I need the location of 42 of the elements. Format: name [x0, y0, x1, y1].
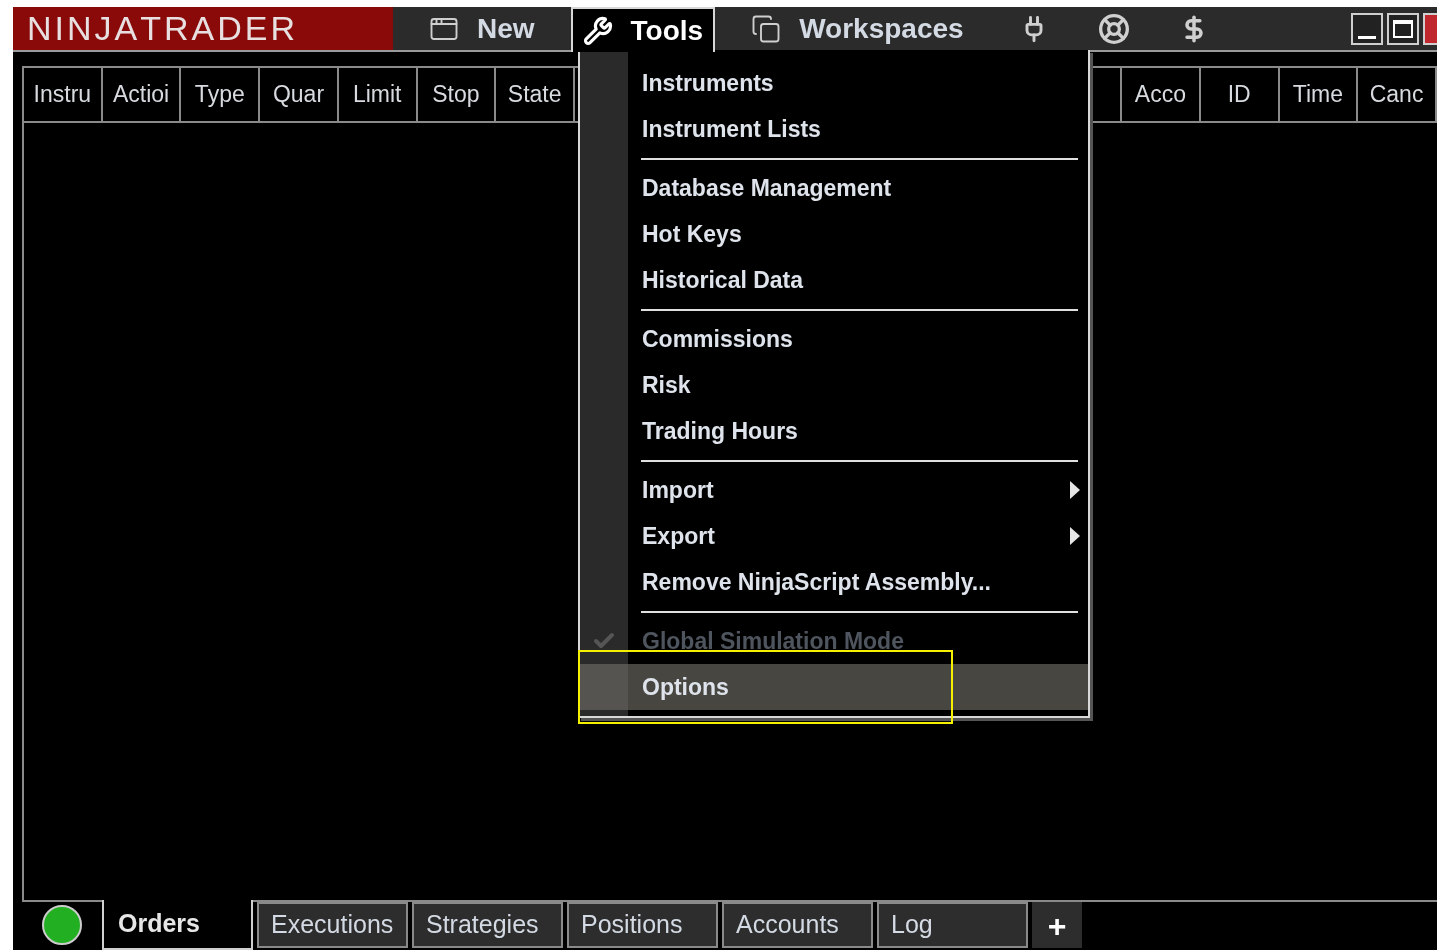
- lifebuoy-icon[interactable]: [1097, 12, 1130, 45]
- wrench-icon: [582, 15, 613, 46]
- bottom-tab[interactable]: Log: [877, 902, 1028, 948]
- close-button[interactable]: [1423, 12, 1437, 45]
- menu-item[interactable]: Hot Keys: [580, 211, 1088, 257]
- menu-item[interactable]: Import: [580, 467, 1088, 513]
- minimize-button[interactable]: [1351, 12, 1383, 45]
- menu-item[interactable]: Database Management: [580, 165, 1088, 211]
- column-header[interactable]: Limit: [338, 68, 418, 121]
- submenu-arrow-icon: [1070, 481, 1080, 499]
- menu-tab[interactable]: New: [393, 7, 571, 50]
- app-logo: NINJATRADER: [13, 7, 393, 50]
- bottom-tab[interactable]: Orders: [102, 900, 253, 950]
- menu-item[interactable]: Trading Hours: [580, 408, 1088, 454]
- menu-item[interactable]: Commissions: [580, 316, 1088, 362]
- menu-item[interactable]: Options: [580, 664, 1088, 710]
- bottom-tab[interactable]: Strategies: [412, 902, 563, 948]
- menu-item[interactable]: Instruments: [580, 60, 1088, 106]
- column-header[interactable]: Actioi: [102, 68, 182, 121]
- menu-item[interactable]: Historical Data: [580, 257, 1088, 303]
- windows-icon: [751, 13, 782, 44]
- submenu-arrow-icon: [1070, 527, 1080, 545]
- column-header[interactable]: Type: [181, 68, 261, 121]
- column-header[interactable]: ID: [1200, 68, 1280, 121]
- column-header[interactable]: Canc: [1358, 68, 1437, 121]
- column-header[interactable]: Acco: [1122, 68, 1201, 121]
- menu-item[interactable]: Risk: [580, 362, 1088, 408]
- bottom-tab[interactable]: Executions: [257, 902, 408, 948]
- menu-item[interactable]: Remove NinjaScript Assembly...: [580, 559, 1088, 605]
- menu-tab[interactable]: Tools: [570, 7, 716, 52]
- menu-item[interactable]: Instrument Lists: [580, 106, 1088, 152]
- menu-tab[interactable]: Workspaces: [715, 7, 1000, 50]
- column-header[interactable]: Quar: [260, 68, 339, 121]
- column-header[interactable]: Stop: [417, 68, 497, 121]
- column-header[interactable]: Time: [1279, 68, 1359, 121]
- bottom-tab[interactable]: Positions: [567, 902, 718, 948]
- add-tab-button[interactable]: +: [1032, 902, 1082, 948]
- column-header[interactable]: Instru: [24, 68, 103, 121]
- menu-item[interactable]: Export: [580, 513, 1088, 559]
- column-header[interactable]: State: [496, 68, 576, 121]
- maximize-button[interactable]: [1387, 12, 1419, 45]
- bottom-tab[interactable]: Accounts: [722, 902, 873, 948]
